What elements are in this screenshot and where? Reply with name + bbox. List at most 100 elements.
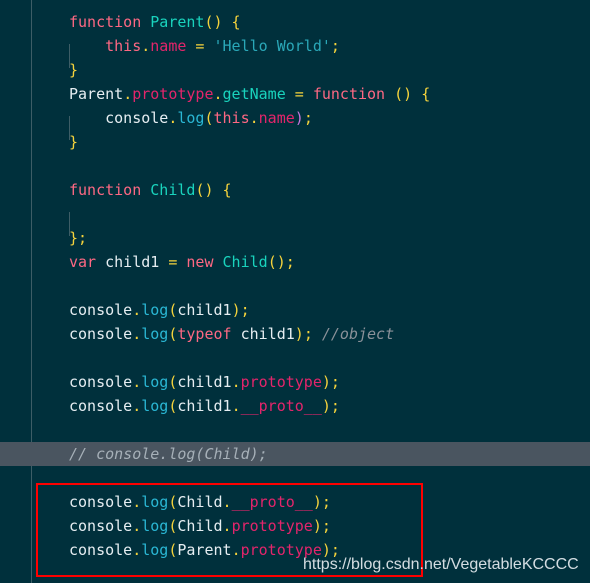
code-line-16[interactable]: console.log(child1.prototype); [0,370,590,394]
code-line-21[interactable]: console.log(Child.__proto__); [0,490,590,514]
code-line-14[interactable]: console.log(typeof child1); //object [0,322,590,346]
code-line-15[interactable] [0,346,590,370]
token-assign: = [186,37,214,55]
token-keyword-this: this [213,109,250,127]
token-dot: . [231,397,241,415]
token-semicolon: ; [330,397,340,415]
code-line-12[interactable] [0,274,590,298]
code-line-22[interactable]: console.log(Child.prototype); [0,514,590,538]
token-dot: . [132,373,142,391]
token-semicolon: ; [285,253,295,271]
token-property-proto: __proto__ [240,397,322,415]
token-rparen: ) [294,325,304,343]
code-line-5[interactable]: console.log(this.name); [0,106,590,130]
token-keyword-new: new [186,253,214,271]
token-identifier-child: Child [150,181,196,199]
token-close-brace: } [69,133,79,151]
token-dot: . [132,397,142,415]
code-line-3[interactable]: } [0,58,590,82]
token-semicolon: ; [240,301,250,319]
token-identifier-child1: child1 [177,397,232,415]
token-dot: . [141,37,151,55]
token-object-console: console [69,397,133,415]
token-identifier-child1: child1 [177,373,232,391]
token-object-console: console [69,301,133,319]
token-keyword-var: var [69,253,97,271]
token-identifier-parent: Parent [69,85,124,103]
token-object-console: console [69,325,133,343]
token-assign: = [159,253,187,271]
code-line-6[interactable]: } [0,130,590,154]
code-line-7[interactable] [0,154,590,178]
token-open-brace: { [213,181,232,199]
token-semicolon: ; [330,373,340,391]
token-semicolon: ; [303,325,313,343]
token-close-brace: } [69,61,79,79]
token-rparen: ) [312,517,322,535]
token-identifier-child: Child [177,517,223,535]
token-comment-console-log-child: // console.log(Child); [69,445,268,463]
token-dot: . [123,85,133,103]
token-property-prototype: prototype [132,85,214,103]
token-comment-object: //object [312,325,395,343]
token-keyword-function: function [69,181,142,199]
token-rparen: ) [321,373,331,391]
code-line-11[interactable]: var child1 = new Child(); [0,250,590,274]
code-line-18[interactable] [0,418,590,442]
code-line-10[interactable]: }; [0,226,590,250]
token-keyword-this: this [105,37,142,55]
token-identifier-child1: child1 [177,301,232,319]
token-identifier-child1: child1 [231,325,295,343]
code-line-1[interactable]: function Parent() { [0,10,590,34]
token-rparen: ) [231,301,241,319]
code-editor[interactable]: function Parent() { this.name = 'Hello W… [0,0,590,583]
token-object-console: console [105,109,169,127]
token-rparen: ) [321,397,331,415]
code-line-8[interactable]: function Child() { [0,178,590,202]
token-keyword-typeof: typeof [177,325,232,343]
code-line-2[interactable]: this.name = 'Hello World'; [0,34,590,58]
token-dot: . [132,541,142,559]
code-line-19-active[interactable]: // console.log(Child); [0,442,590,466]
token-property-prototype: prototype [240,373,322,391]
token-assign: = [285,85,313,103]
token-parens: () [385,85,413,103]
token-dot: . [249,109,259,127]
token-string-hello-world: 'Hello World' [213,37,331,55]
token-semicolon: ; [321,517,331,535]
token-identifier-child1: child1 [96,253,160,271]
token-open-brace: { [412,85,431,103]
token-dot: . [231,541,241,559]
token-keyword-function: function [312,85,386,103]
token-method-log: log [141,517,169,535]
token-object-console: console [69,517,133,535]
token-parens: () [204,13,223,31]
code-content[interactable]: function Parent() { this.name = 'Hello W… [0,10,590,562]
watermark-text: https://blog.csdn.net/VegetableKCCCC [303,556,579,573]
token-dot: . [132,517,142,535]
token-dot: . [222,517,232,535]
token-dot: . [213,85,223,103]
token-dot: . [132,301,142,319]
token-method-log: log [141,493,169,511]
token-object-console: console [69,493,133,511]
code-line-20[interactable] [0,466,590,490]
code-line-17[interactable]: console.log(child1.__proto__); [0,394,590,418]
code-line-4[interactable]: Parent.prototype.getName = function () { [0,82,590,106]
token-property-name: name [150,37,187,55]
token-method-log: log [141,325,169,343]
token-identifier-child: Child [177,493,223,511]
token-identifier-parent: Parent [150,13,205,31]
token-identifier-parent: Parent [177,541,232,559]
token-rparen: ) [294,109,304,127]
token-identifier-child: Child [213,253,268,271]
token-close-brace-semicolon: }; [69,229,88,247]
token-object-console: console [69,541,133,559]
token-semicolon: ; [321,493,331,511]
code-line-9[interactable] [0,202,590,226]
token-parens: () [267,253,286,271]
token-parens: () [195,181,214,199]
code-line-13[interactable]: console.log(child1); [0,298,590,322]
token-method-log: log [141,373,169,391]
token-property-getname: getName [222,85,286,103]
